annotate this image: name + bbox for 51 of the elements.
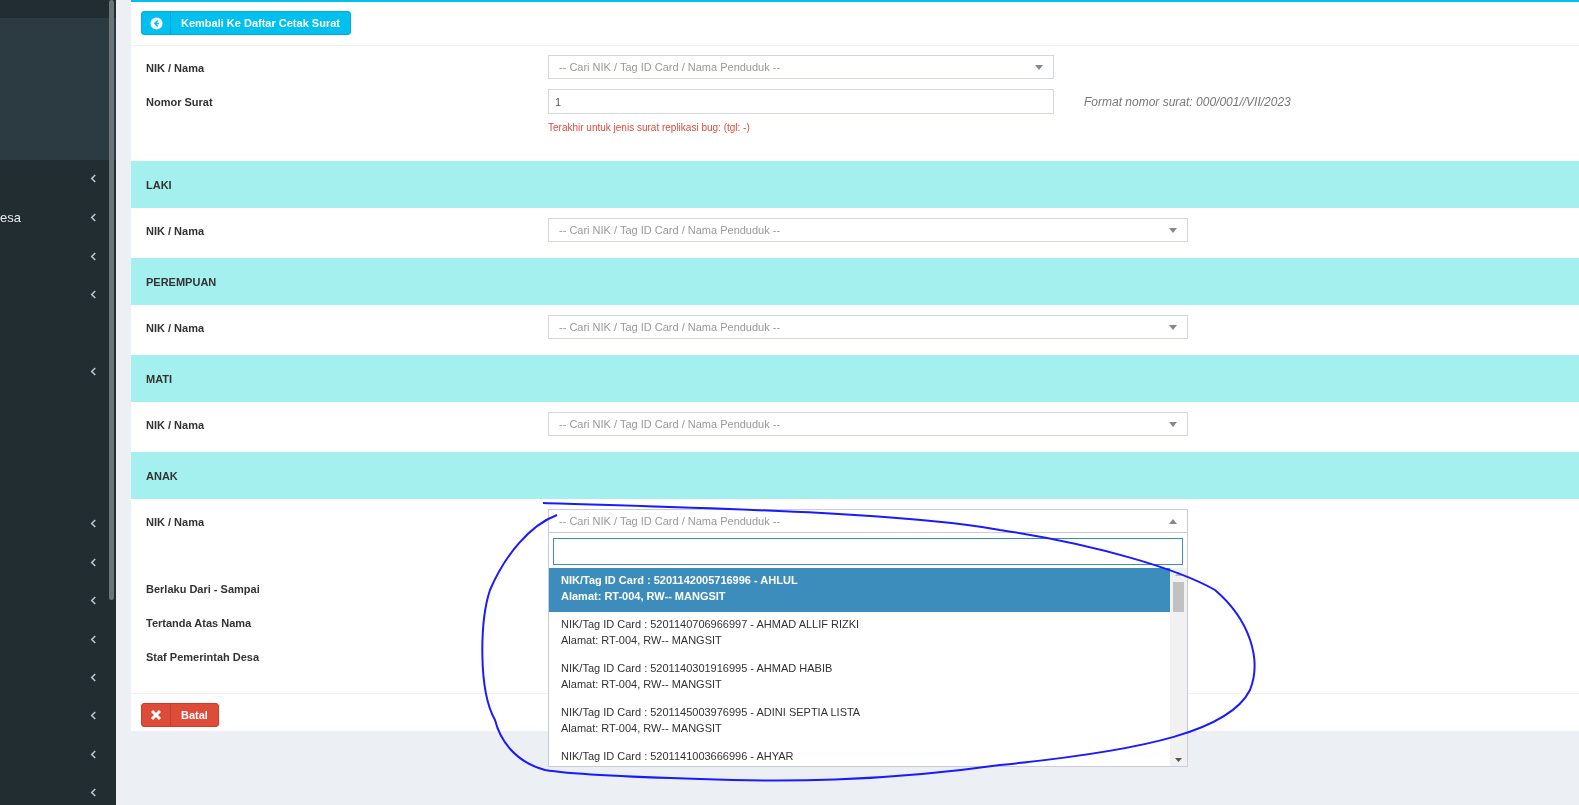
- option-text: NIK/Tag ID Card : 5201141003666996 - AHYAR: [561, 750, 795, 762]
- search-field[interactable]: [553, 538, 1183, 565]
- section-title: ANAK: [146, 469, 178, 482]
- option-address: Alamat: RT-004, RW-- MANGSIT: [561, 678, 723, 690]
- caret-icon: [1169, 518, 1177, 524]
- option-text: NIK/Tag ID Card : 5201140301916995 - AHMAD HABIB: [561, 662, 834, 674]
- select-field[interactable]: -- Cari NIK / Tag ID Card / Nama Penduduk --: [548, 315, 1188, 339]
- error-message: Terakhir untuk jenis surat replikasi bug: (tgl: -): [548, 122, 751, 133]
- format-hint: Format nomor surat: 000/001//VII/2023: [1084, 94, 1291, 109]
- option-address: Alamat: RT-004, RW-- MANGSIT: [561, 634, 723, 646]
- select-field[interactable]: -- Cari NIK / Tag ID Card / Nama Penduduk --: [548, 412, 1188, 436]
- cancel-button[interactable]: Batal: [141, 703, 219, 727]
- caret-icon: [1035, 64, 1043, 70]
- select-field[interactable]: -- Cari NIK / Tag ID Card / Nama Penduduk --: [548, 55, 1054, 79]
- field-label: NIK / Nama: [146, 224, 206, 239]
- field-label: Berlaku Dari - Sampai: [146, 583, 261, 595]
- option-text: NIK/Tag ID Card : 5201142005716996 - AHLUL: [561, 574, 799, 586]
- back-button[interactable]: Kembali Ke Daftar Cetak Surat: [141, 11, 351, 35]
- dropdown-option[interactable]: NIK/Tag ID Card : 5201142005716996 - AHLUL Alamat: RT-004, RW-- MANGSIT: [549, 568, 1170, 612]
- caret-icon: [1169, 324, 1177, 330]
- close-icon: [150, 709, 162, 721]
- option-address: Alamat: RT-004, RW-- MANGSIT: [561, 590, 727, 602]
- select-field[interactable]: -- Cari NIK / Tag ID Card / Nama Penduduk --: [548, 509, 1188, 533]
- field-label: Nomor Surat: [146, 95, 214, 110]
- field-label: NIK / Nama: [146, 321, 206, 336]
- scroll-up-icon: [1175, 572, 1182, 576]
- scroll-down-icon: [1175, 758, 1182, 762]
- section-title: MATI: [146, 372, 173, 385]
- scrollbar[interactable]: [109, 0, 114, 600]
- sidebar-item[interactable]: esa: [0, 203, 108, 231]
- field-label: Staf Pemerintah Desa: [146, 651, 261, 663]
- option-address: Alamat: RT-004, RW-- MANGSIT: [561, 722, 723, 734]
- option-text: NIK/Tag ID Card : 5201140706966997 - AHMAD ALLIF RIZKI: [561, 618, 861, 630]
- option-text: NIK/Tag ID Card : 5201145003976995 - ADINI SEPTIA LISTA: [561, 706, 862, 718]
- section-title: LAKI: [146, 178, 172, 191]
- scroll-thumb[interactable]: [1173, 582, 1184, 612]
- field-label: NIK / Nama: [146, 515, 206, 530]
- select-field[interactable]: -- Cari NIK / Tag ID Card / Nama Penduduk --: [548, 218, 1188, 242]
- section-title: PEREMPUAN: [146, 275, 217, 288]
- dropdown-option[interactable]: NIK/Tag ID Card : 5201141003666996 - AHYAR: [549, 744, 1170, 766]
- dropdown-option[interactable]: NIK/Tag ID Card : 5201140706966997 - AHMAD ALLIF RIZKI Alamat: RT-004, RW-- MANGSIT: [549, 612, 1170, 656]
- field-label: NIK / Nama: [146, 61, 206, 76]
- caret-icon: [1169, 227, 1177, 233]
- arrow-left-circle-icon: [149, 16, 163, 30]
- scrollbar[interactable]: [1170, 568, 1187, 766]
- dropdown-option[interactable]: NIK/Tag ID Card : 5201140301916995 - AHMAD HABIB Alamat: RT-004, RW-- MANGSIT: [549, 656, 1170, 700]
- dropdown-option[interactable]: NIK/Tag ID Card : 5201145003976995 - ADINI SEPTIA LISTA Alamat: RT-004, RW-- MANGSIT: [549, 700, 1170, 744]
- caret-icon: [1169, 421, 1177, 427]
- input-field[interactable]: 1: [548, 89, 1054, 114]
- field-label: NIK / Nama: [146, 418, 206, 433]
- field-label: Tertanda Atas Nama: [146, 617, 253, 629]
